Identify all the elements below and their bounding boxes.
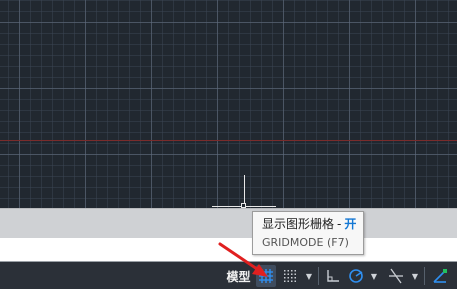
annotation-arrow-icon bbox=[218, 242, 268, 277]
